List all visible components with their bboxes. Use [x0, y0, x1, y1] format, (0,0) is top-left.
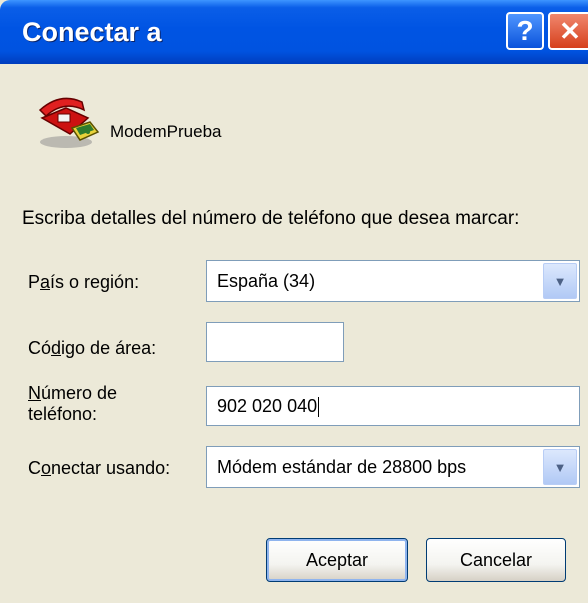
ok-button[interactable]: Aceptar [266, 538, 408, 582]
close-icon: ✕ [559, 15, 581, 46]
country-label: País o región: [28, 272, 140, 292]
area-code-label: Código de área: [28, 338, 157, 358]
help-button[interactable]: ? [506, 12, 544, 50]
connection-name: ModemPrueba [110, 122, 222, 141]
title-bar[interactable]: Conectar a ? ✕ [0, 0, 588, 64]
window-title: Conectar a [22, 17, 162, 47]
phone-number-value: 902 020 040 [217, 396, 320, 418]
cancel-button[interactable]: Cancelar [426, 538, 566, 582]
area-code-input[interactable] [206, 322, 344, 362]
instructions-text: Escriba detalles del número de teléfono … [22, 208, 520, 229]
connect-using-label: Conectar usando: [28, 458, 171, 478]
close-button[interactable]: ✕ [548, 12, 588, 50]
chevron-down-icon[interactable]: ▼ [543, 449, 577, 485]
phone-number-input[interactable]: 902 020 040 [206, 386, 580, 426]
phone-modem-icon [38, 97, 100, 148]
phone-label: Número de teléfono: [28, 383, 118, 424]
connect-using-value: Módem estándar de 28800 bps [217, 457, 467, 477]
help-icon: ? [516, 15, 534, 46]
country-value: España (34) [217, 271, 316, 291]
connect-using-select[interactable]: Módem estándar de 28800 bps ▼ [206, 446, 580, 488]
connect-dialog: Conectar a ? ✕ ModemPrueba Escriba detal… [0, 0, 588, 603]
chevron-down-icon[interactable]: ▼ [543, 263, 577, 299]
country-select[interactable]: España (34) ▼ [206, 260, 580, 302]
